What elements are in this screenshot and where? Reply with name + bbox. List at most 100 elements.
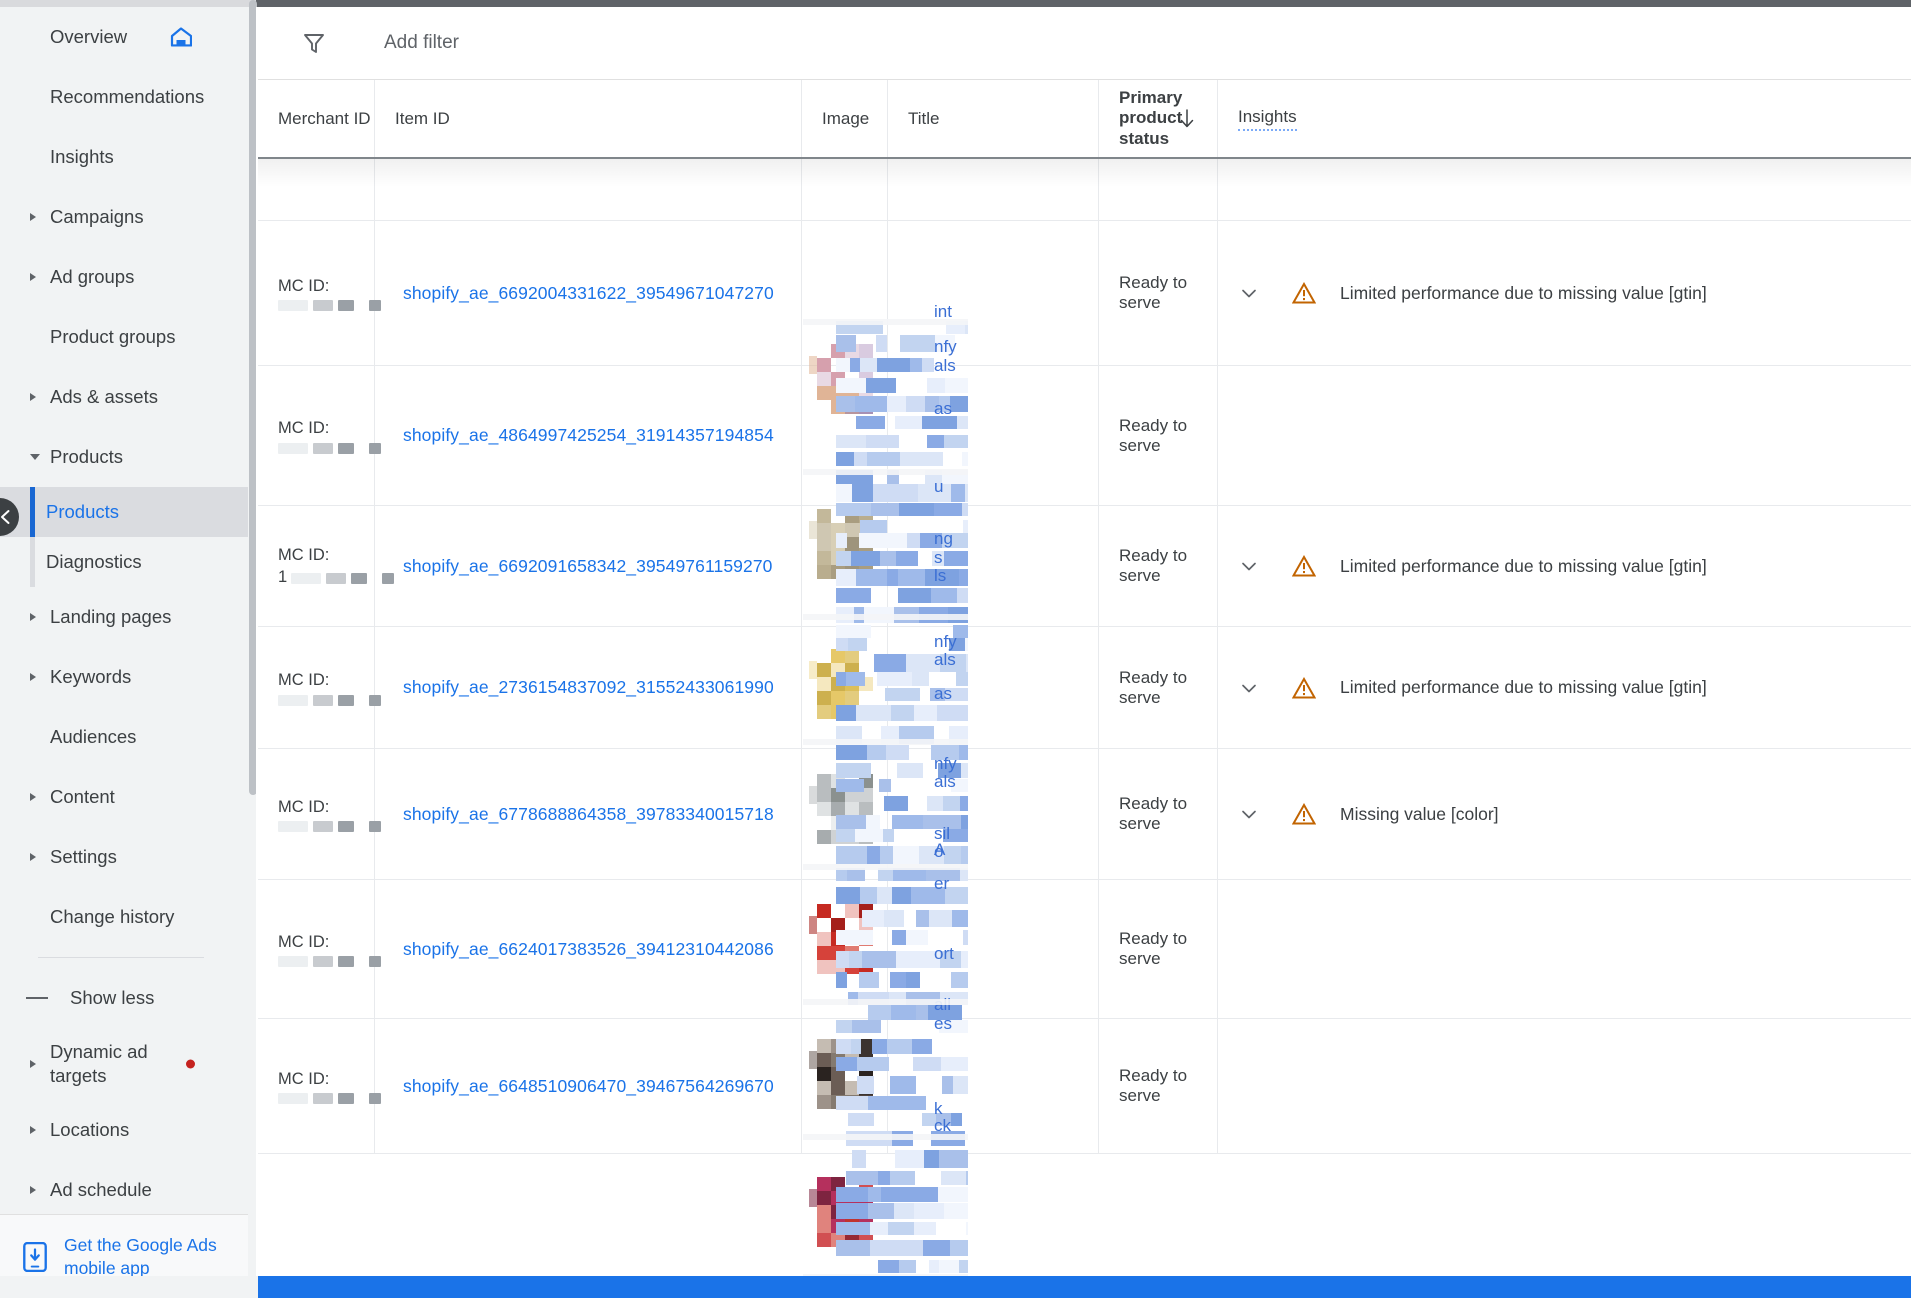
table-row[interactable]: MC ID: shopify_ae_6624017383526_394123104… (258, 880, 1911, 1019)
cell-status: Ready to serve (1099, 1019, 1218, 1153)
table-row[interactable]: MC ID: shopify_ae_4864997425254_319143571… (258, 366, 1911, 506)
merchant-id-value: MC ID: (278, 417, 381, 454)
sidebar-subitem-diagnostics[interactable]: Diagnostics (0, 537, 248, 587)
redacted-merchant-id (278, 821, 381, 833)
column-header-merchant-id-label: Merchant ID (278, 108, 371, 128)
cell-merchant-id: MC ID: (258, 880, 381, 1018)
sidebar-item-label: Ad groups (50, 266, 135, 287)
table-row[interactable] (258, 159, 1911, 221)
item-id-link[interactable]: shopify_ae_6692004331622_39549671047270 (403, 283, 774, 304)
home-icon[interactable] (170, 27, 192, 47)
horizontal-scrollbar[interactable] (258, 1276, 1911, 1298)
column-header-primary-product-status[interactable]: Primary product status (1099, 80, 1218, 157)
sidebar-item-label: Products (50, 446, 124, 467)
merchant-id-value: MC ID: (278, 669, 381, 706)
cell-merchant-id: MC ID: (258, 366, 381, 505)
insight-message: Limited performance due to missing value… (1340, 677, 1707, 697)
chevron-down-icon[interactable] (1238, 282, 1260, 304)
item-id-link[interactable]: shopify_ae_4864997425254_31914357194854 (403, 425, 774, 446)
cell-item-id (375, 159, 802, 220)
insight-entry: Missing value [color] (1238, 803, 1499, 825)
table-row[interactable]: MC ID: 1 shopify_ae_6692091658342_39549761… (258, 506, 1911, 627)
table-header-row: Merchant ID Item ID Image Title Primary … (258, 80, 1911, 159)
merchant-id-label: MC ID: (278, 671, 330, 690)
cell-title (888, 221, 1099, 365)
cell-item-id: shopify_ae_6692004331622_39549671047270 (375, 221, 802, 365)
sidebar-item-overview[interactable]: Overview (0, 7, 248, 67)
item-id-link[interactable]: shopify_ae_6778688864358_39783340015718 (403, 804, 774, 825)
cell-insights (1218, 880, 1911, 1018)
cell-insights (1218, 159, 1911, 220)
sidebar-item-settings[interactable]: Settings (0, 827, 248, 887)
sidebar-item-label: Campaigns (50, 206, 144, 227)
cell-item-id: shopify_ae_6624017383526_39412310442086 (375, 880, 802, 1018)
chevron-down-icon[interactable] (1238, 555, 1260, 577)
table-body: MC ID: shopify_ae_6692004331622_395496710… (258, 159, 1911, 1276)
horizontal-scrollbar-thumb[interactable] (258, 1276, 1911, 1298)
cell-item-id: shopify_ae_6692091658342_39549761159270 (375, 506, 802, 626)
column-header-title[interactable]: Title (888, 80, 1099, 157)
cell-insights: Limited performance due to missing value… (1218, 221, 1911, 365)
insight-entry: Limited performance due to missing value… (1238, 555, 1707, 577)
table-row[interactable]: MC ID: shopify_ae_6648510906470_394675642… (258, 1019, 1911, 1154)
table-row[interactable]: MC ID: shopify_ae_6692004331622_395496710… (258, 221, 1911, 366)
sidebar-item-ad-schedule[interactable]: Ad schedule (0, 1160, 248, 1220)
sidebar-item-label: Settings (50, 846, 117, 867)
sidebar-item-locations[interactable]: Locations (0, 1100, 248, 1160)
table-row[interactable]: MC ID: shopify_ae_2736154837092_315524330… (258, 627, 1911, 749)
cell-title (888, 366, 1099, 505)
item-id-link[interactable]: shopify_ae_6648510906470_39467564269670 (403, 1076, 774, 1097)
insight-message: Missing value [color] (1340, 803, 1499, 824)
item-id-link[interactable]: shopify_ae_2736154837092_31552433061990 (403, 677, 774, 698)
item-id-link[interactable]: shopify_ae_6624017383526_39412310442086 (403, 939, 774, 960)
sidebar-item-content[interactable]: Content (0, 767, 248, 827)
table-row[interactable]: MC ID: shopify_ae_6778688864358_397833400… (258, 749, 1911, 880)
sidebar-item-landing-pages[interactable]: Landing pages (0, 587, 248, 647)
primary-product-status-value: Ready to serve (1119, 415, 1188, 455)
cell-merchant-id: MC ID: (258, 749, 381, 879)
sidebar-item-ad-groups[interactable]: Ad groups (0, 247, 248, 307)
sidebar-item-products[interactable]: Products (0, 427, 248, 487)
cell-item-id: shopify_ae_6778688864358_39783340015718 (375, 749, 802, 879)
item-id-link[interactable]: shopify_ae_6692091658342_39549761159270 (403, 556, 773, 577)
merchant-id-label: MC ID: (278, 419, 330, 438)
chevron-left-icon (1, 510, 10, 524)
add-filter-button[interactable]: Add filter (384, 32, 459, 54)
sidebar-item-recommendations[interactable]: Recommendations (0, 67, 248, 127)
sidebar-item-insights[interactable]: Insights (0, 127, 248, 187)
cell-status: Ready to serve (1099, 506, 1218, 626)
filter-icon[interactable] (302, 31, 326, 55)
cell-title (888, 506, 1099, 626)
cell-image (802, 221, 888, 365)
chevron-right-icon (30, 393, 36, 401)
column-header-merchant-id[interactable]: Merchant ID (258, 80, 375, 157)
minus-icon (26, 997, 48, 999)
sort-descending-arrow-icon[interactable] (1179, 108, 1195, 129)
sidebar-item-label: Ad schedule (50, 1179, 152, 1200)
sidebar-item-keywords[interactable]: Keywords (0, 647, 248, 707)
sidebar-subitem-products[interactable]: Products (0, 487, 248, 537)
sidebar-item-dynamic-ad-targets[interactable]: Dynamic ad targets (0, 1028, 248, 1100)
chevron-down-icon[interactable] (1238, 677, 1260, 699)
column-header-image[interactable]: Image (802, 80, 888, 157)
primary-product-status-value: Ready to serve (1119, 794, 1188, 833)
sidebar-item-audiences[interactable]: Audiences (0, 707, 248, 767)
chevron-right-icon (30, 213, 36, 221)
cell-title (888, 159, 1099, 220)
merchant-id-value: MC ID: (278, 931, 381, 968)
cell-merchant-id: MC ID: (258, 221, 381, 365)
merchant-id-value: MC ID: (278, 796, 381, 833)
sidebar-item-campaigns[interactable]: Campaigns (0, 187, 248, 247)
chevron-down-icon[interactable] (1238, 803, 1260, 825)
merchant-id-value: MC ID: (278, 275, 381, 312)
scrollbar-corner (0, 1276, 258, 1298)
cell-insights: Limited performance due to missing value… (1218, 627, 1911, 748)
redacted-merchant-id (278, 442, 381, 454)
cell-insights (1218, 366, 1911, 505)
sidebar-item-change-history[interactable]: Change history (0, 887, 248, 947)
sidebar-item-product-groups[interactable]: Product groups (0, 307, 248, 367)
sidebar-item-ads-assets[interactable]: Ads & assets (0, 367, 248, 427)
show-less-button[interactable]: Show less (0, 968, 248, 1028)
column-header-insights[interactable]: Insights (1218, 80, 1911, 157)
column-header-item-id[interactable]: Item ID (375, 80, 802, 157)
